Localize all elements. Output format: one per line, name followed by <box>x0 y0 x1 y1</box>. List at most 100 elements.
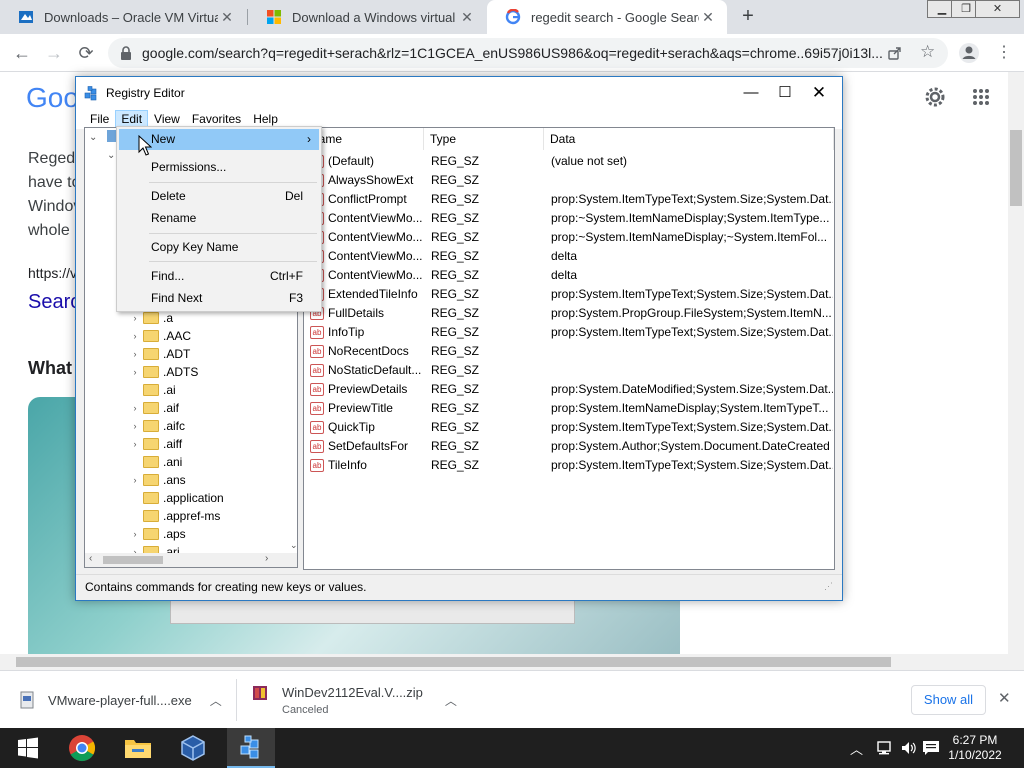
expand-chevron-icon[interactable]: › <box>129 421 141 431</box>
value-row[interactable]: abContentViewMo...REG_SZdelta <box>304 247 834 266</box>
value-row[interactable]: ab QuickTip REG_SZ prop:System.ItemTypeText… <box>304 418 834 437</box>
menu-item-find-next[interactable]: Find Next F3 <box>119 288 319 309</box>
page-scroll-thumb[interactable] <box>1010 130 1022 206</box>
menu-item-rename[interactable]: Rename <box>119 208 319 229</box>
profile-avatar-icon[interactable] <box>958 42 980 64</box>
chevron-down-icon[interactable]: ⌄ <box>89 132 97 143</box>
column-header-type[interactable]: Type <box>424 128 544 150</box>
taskbar-clock[interactable]: 6:27 PM 1/10/2022 <box>940 733 1010 763</box>
tab-google-search[interactable]: regedit search - Google Search ✕ <box>487 0 727 34</box>
column-header-name[interactable]: Name <box>304 128 424 150</box>
settings-gear-icon[interactable] <box>924 86 946 108</box>
registry-values-list[interactable]: Name Type Data ab (Default) REG_SZ (value n… <box>303 127 835 570</box>
result-url[interactable]: https://v <box>28 265 77 281</box>
close-icon[interactable]: ✕ <box>218 9 236 26</box>
value-row[interactable]: ab InfoTip REG_SZ prop:System.ItemTypeText;… <box>304 323 834 342</box>
value-row[interactable]: abContentViewMo...REG_SZdelta <box>304 266 834 285</box>
tree-key-item[interactable]: › .aifc <box>85 417 285 435</box>
start-button[interactable] <box>4 728 52 768</box>
expand-chevron-icon[interactable]: › <box>129 367 141 377</box>
new-tab-button[interactable]: + <box>737 5 759 27</box>
tree-key-item[interactable]: .ani <box>85 453 285 471</box>
value-row[interactable]: ab SetDefaultsFor REG_SZ prop:System.Author… <box>304 437 834 456</box>
close-icon[interactable]: ✕ <box>458 9 476 26</box>
tree-key-item[interactable]: › .AAC <box>85 327 285 345</box>
chevron-up-icon[interactable]: ︿ <box>445 692 457 709</box>
network-icon[interactable] <box>876 740 894 756</box>
chevron-up-icon[interactable]: ︿ <box>850 739 863 758</box>
close-button[interactable]: ✕ <box>802 77 836 109</box>
value-row[interactable]: abContentViewMo...REG_SZprop:~System.Ite… <box>304 228 834 247</box>
menu-item-find[interactable]: Find... Ctrl+F <box>119 266 319 287</box>
value-row[interactable]: abContentViewMo...REG_SZprop:~System.Ite… <box>304 209 834 228</box>
page-hscroll-thumb[interactable] <box>16 657 891 667</box>
tree-key-item[interactable]: › .aps <box>85 525 285 543</box>
tree-key-item[interactable]: .appref-ms <box>85 507 285 525</box>
menu-item-delete[interactable]: Delete Del <box>119 186 319 207</box>
maximize-button[interactable]: ☐ <box>768 77 802 109</box>
value-row[interactable]: abExtendedTileInfoREG_SZprop:System.Item… <box>304 285 834 304</box>
scroll-right-icon[interactable]: › <box>265 553 268 564</box>
value-row[interactable]: ab TileInfo REG_SZ prop:System.ItemTypeText… <box>304 456 834 475</box>
value-row[interactable]: ab NoRecentDocs REG_SZ <box>304 342 834 361</box>
download-item[interactable]: WinDev2112Eval.V....zip Canceled ︿ <box>252 671 462 729</box>
tab-virtualbox[interactable]: Downloads – Oracle VM VirtualB ✕ <box>0 0 246 34</box>
expand-chevron-icon[interactable]: › <box>129 403 141 413</box>
expand-chevron-icon[interactable]: › <box>129 331 141 341</box>
close-downloads-icon[interactable]: ✕ <box>998 689 1011 707</box>
menu-item-permissions[interactable]: Permissions... <box>119 157 319 178</box>
value-row[interactable]: ab(Default)REG_SZ(value not set) <box>304 152 834 171</box>
value-row[interactable]: ab PreviewDetails REG_SZ prop:System.DateMo… <box>304 380 834 399</box>
close-window-button[interactable]: ✕ <box>975 0 1020 18</box>
expand-chevron-icon[interactable]: › <box>129 349 141 359</box>
menu-file[interactable]: File <box>84 110 115 128</box>
tree-key-item[interactable]: .ai <box>85 381 285 399</box>
scroll-left-icon[interactable]: ‹ <box>89 553 92 564</box>
tree-key-item[interactable]: › .ADTS <box>85 363 285 381</box>
volume-icon[interactable] <box>900 740 918 756</box>
tree-key-item[interactable]: .application <box>85 489 285 507</box>
value-row[interactable]: abConflictPromptREG_SZprop:System.ItemTy… <box>304 190 834 209</box>
forward-button[interactable]: → <box>42 42 66 64</box>
taskbar-file-explorer[interactable] <box>114 728 162 768</box>
menu-item-copy-key-name[interactable]: Copy Key Name <box>119 237 319 258</box>
share-icon[interactable] <box>888 46 902 60</box>
browser-menu-icon[interactable]: ⋮ <box>996 42 1012 62</box>
minimize-button[interactable]: — <box>734 77 768 109</box>
expand-chevron-icon[interactable]: › <box>129 475 141 485</box>
column-header-data[interactable]: Data <box>544 128 834 150</box>
expand-chevron-icon[interactable]: › <box>129 313 141 323</box>
taskbar-registry-editor[interactable] <box>227 728 275 768</box>
value-row[interactable]: abAlwaysShowExtREG_SZ <box>304 171 834 190</box>
tree-key-item[interactable]: › .aif <box>85 399 285 417</box>
apps-grid-icon[interactable] <box>972 88 990 106</box>
resize-grip-icon[interactable]: ⋰ <box>824 581 833 592</box>
tree-hscroll-thumb[interactable] <box>103 556 163 564</box>
bookmark-star-icon[interactable]: ☆ <box>920 42 935 62</box>
notification-icon[interactable] <box>922 740 940 756</box>
expand-chevron-icon[interactable]: › <box>129 529 141 539</box>
reload-button[interactable]: ⟳ <box>74 42 98 64</box>
value-row[interactable]: ab PreviewTitle REG_SZ prop:System.ItemName… <box>304 399 834 418</box>
tree-key-item[interactable]: › .ADT <box>85 345 285 363</box>
tab-windows-vm[interactable]: Download a Windows virtual ma ✕ <box>248 0 486 34</box>
close-icon[interactable]: ✕ <box>699 9 717 26</box>
taskbar-virtualbox[interactable] <box>169 728 217 768</box>
google-logo[interactable]: Goo <box>26 82 79 114</box>
value-row[interactable]: ab NoStaticDefault... REG_SZ <box>304 361 834 380</box>
value-row[interactable]: ab FullDetails REG_SZ prop:System.PropGroup… <box>304 304 834 323</box>
tree-key-item[interactable]: › .aiff <box>85 435 285 453</box>
tree-horizontal-scrollbar[interactable]: ‹ › <box>85 553 297 567</box>
registry-title-bar[interactable]: Registry Editor — ☐ ✕ <box>76 77 842 109</box>
address-bar[interactable]: google.com/search?q=regedit+serach&rlz=1… <box>108 38 948 68</box>
taskbar-chrome[interactable] <box>58 728 106 768</box>
scroll-down-icon[interactable]: ⌄ <box>290 540 297 551</box>
show-all-downloads-button[interactable]: Show all <box>911 685 986 715</box>
result-link[interactable]: Searc <box>28 291 80 314</box>
tree-key-item[interactable]: › .ans <box>85 471 285 489</box>
chevron-down-icon[interactable]: ⌄ <box>107 150 115 161</box>
download-item[interactable]: VMware-player-full....exe ︿ <box>20 671 230 729</box>
back-button[interactable]: ← <box>10 42 34 64</box>
chevron-up-icon[interactable]: ︿ <box>210 692 222 709</box>
expand-chevron-icon[interactable]: › <box>129 439 141 449</box>
